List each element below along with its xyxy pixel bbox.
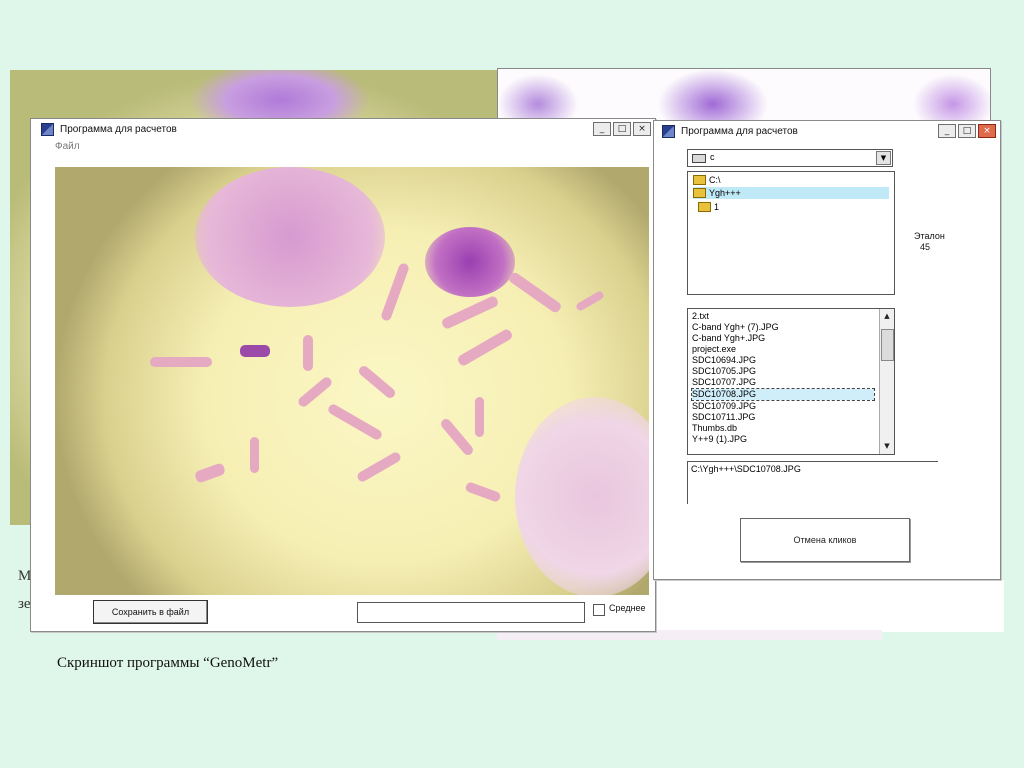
drive-icon bbox=[692, 154, 706, 163]
minimize-button[interactable]: _ bbox=[593, 122, 611, 136]
average-label: Среднее bbox=[609, 603, 646, 613]
chromosome bbox=[356, 364, 398, 400]
list-item[interactable]: SDC10709.JPG bbox=[692, 401, 756, 412]
window-title: Программа для расчетов bbox=[681, 125, 798, 137]
list-item[interactable]: SDC10705.JPG bbox=[692, 366, 756, 377]
chromosome bbox=[575, 290, 605, 312]
scroll-thumb[interactable] bbox=[881, 329, 894, 361]
drive-value: c bbox=[710, 152, 715, 162]
vertical-scrollbar[interactable]: ▲ ▼ bbox=[879, 309, 894, 454]
list-item[interactable]: C-band Ygh+ (7).JPG bbox=[692, 322, 779, 333]
window-title: Программа для расчетов bbox=[60, 123, 177, 135]
chromosome bbox=[456, 327, 514, 368]
list-item[interactable]: project.exe bbox=[692, 344, 736, 355]
chromosome bbox=[439, 416, 475, 458]
close-button[interactable]: × bbox=[633, 122, 651, 136]
stained-cell bbox=[425, 227, 515, 297]
list-item[interactable]: SDC10707.JPG bbox=[692, 377, 756, 388]
chromosome bbox=[464, 481, 502, 503]
drive-select[interactable]: c ▼ bbox=[687, 149, 893, 167]
list-item[interactable]: Thumbs.db bbox=[692, 423, 737, 434]
cell-nucleus-top bbox=[195, 167, 385, 307]
chromosome bbox=[303, 335, 313, 371]
app-icon bbox=[662, 124, 675, 138]
cancel-clicks-button[interactable]: Отмена кликов bbox=[740, 518, 910, 562]
directory-list[interactable]: C:\ Ygh+++ 1 bbox=[687, 171, 895, 295]
title-bar[interactable]: Программа для расчетов _ □ × bbox=[654, 121, 1000, 141]
close-button[interactable]: × bbox=[978, 124, 996, 138]
menu-file[interactable]: Файл bbox=[55, 141, 80, 152]
title-bar[interactable]: Программа для расчетов _ □ × bbox=[31, 119, 655, 139]
folder-open-icon bbox=[693, 175, 706, 185]
folder-open-icon bbox=[693, 188, 706, 198]
list-item[interactable]: Y++9 (1).JPG bbox=[692, 434, 747, 445]
directory-item-selected[interactable]: Ygh+++ bbox=[693, 187, 889, 199]
chromosome bbox=[475, 397, 484, 437]
chromosome bbox=[440, 294, 500, 331]
calc-window-main: Программа для расчетов _ □ × Файл Сохран… bbox=[30, 118, 656, 632]
chromosome bbox=[355, 450, 403, 484]
chromosome bbox=[507, 270, 563, 315]
chromosome bbox=[296, 375, 334, 409]
directory-item[interactable]: 1 bbox=[698, 201, 719, 213]
microscope-image-view[interactable] bbox=[55, 167, 649, 595]
average-checkbox[interactable] bbox=[593, 604, 605, 616]
etalon-label: Эталон bbox=[914, 231, 945, 241]
folder-icon bbox=[698, 202, 711, 212]
minimize-button[interactable]: _ bbox=[938, 124, 956, 138]
file-path-field[interactable]: C:\Ygh+++\SDC10708.JPG bbox=[687, 461, 938, 504]
maximize-button[interactable]: □ bbox=[613, 122, 631, 136]
list-item[interactable]: C-band Ygh+.JPG bbox=[692, 333, 765, 344]
etalon-readout: Эталон 45 bbox=[914, 231, 945, 253]
calc-window-files: Программа для расчетов _ □ × c ▼ C:\ Ygh… bbox=[653, 120, 1001, 580]
list-item-selected[interactable]: SDC10708.JPG bbox=[691, 388, 875, 401]
chromosome bbox=[240, 345, 270, 357]
chromosome bbox=[193, 462, 227, 484]
cell-nucleus-bottom-right bbox=[515, 397, 649, 595]
etalon-value: 45 bbox=[920, 242, 931, 252]
list-item[interactable]: SDC10694.JPG bbox=[692, 355, 756, 366]
obscured-text-line-2: зе bbox=[18, 596, 31, 612]
directory-item[interactable]: C:\ bbox=[693, 174, 721, 186]
list-item[interactable]: 2.txt bbox=[692, 311, 709, 322]
app-icon bbox=[41, 122, 54, 136]
file-list[interactable]: 2.txt C-band Ygh+ (7).JPG C-band Ygh+.JP… bbox=[687, 308, 895, 455]
maximize-button[interactable]: □ bbox=[958, 124, 976, 138]
result-field[interactable] bbox=[357, 602, 585, 623]
chromosome bbox=[326, 402, 384, 442]
chevron-down-icon[interactable]: ▼ bbox=[876, 151, 891, 165]
chromosome bbox=[250, 437, 259, 473]
scroll-down-icon[interactable]: ▼ bbox=[880, 440, 894, 452]
chromosome bbox=[380, 262, 410, 322]
list-item[interactable]: SDC10711.JPG bbox=[692, 412, 755, 423]
save-to-file-button[interactable]: Сохранить в файл bbox=[93, 600, 208, 624]
file-path-text: C:\Ygh+++\SDC10708.JPG bbox=[691, 464, 801, 474]
scroll-up-icon[interactable]: ▲ bbox=[880, 310, 894, 322]
slide-caption: Скриншот программы “GenoMetr” bbox=[57, 655, 279, 671]
chromosome bbox=[150, 357, 212, 367]
